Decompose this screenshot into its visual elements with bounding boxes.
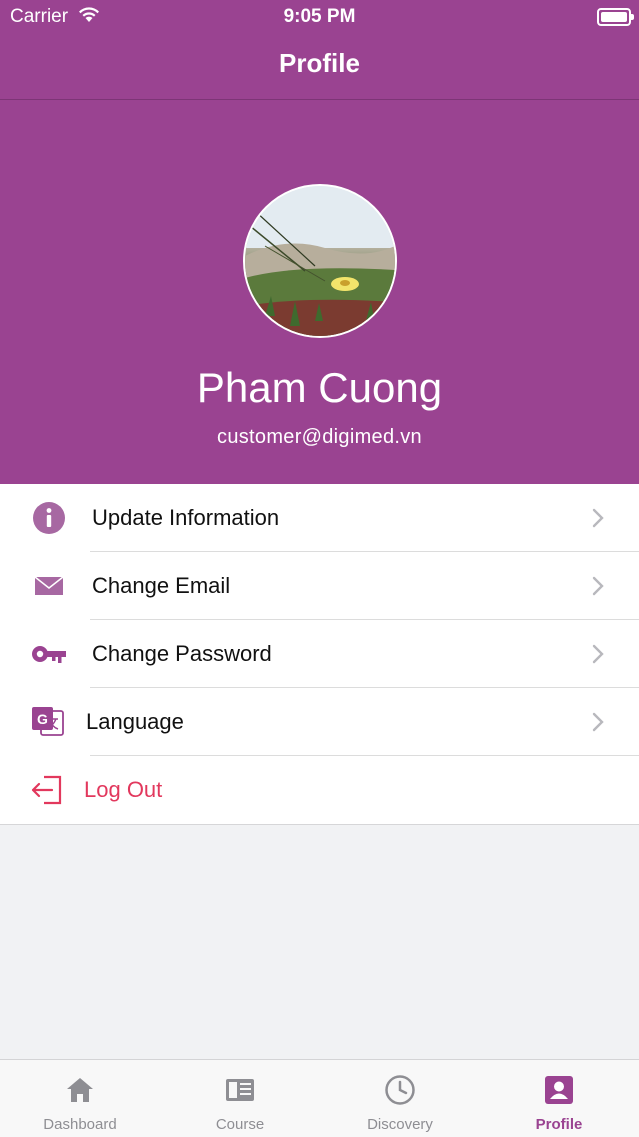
- menu-item-change-email[interactable]: Change Email: [0, 552, 639, 620]
- avatar[interactable]: [243, 184, 397, 338]
- logout-icon: [31, 775, 62, 805]
- svg-text:G: G: [37, 711, 48, 727]
- chevron-right-icon: [592, 644, 604, 664]
- profile-icon: [545, 1076, 573, 1104]
- tab-dashboard[interactable]: Dashboard: [0, 1060, 160, 1137]
- battery-icon: [597, 8, 634, 26]
- status-bar: Carrier 9:05 PM: [0, 0, 639, 34]
- user-name: Pham Cuong: [196, 364, 443, 411]
- tab-profile[interactable]: Profile: [479, 1060, 639, 1137]
- menu-item-log-out[interactable]: Log Out: [0, 756, 639, 824]
- page-title: Profile: [279, 48, 360, 78]
- status-time: 9:05 PM: [283, 6, 356, 27]
- chevron-right-icon: [592, 576, 604, 596]
- avatar-photo: [245, 186, 395, 336]
- menu-item-label: Change Email: [92, 573, 231, 598]
- info-icon: [33, 502, 65, 534]
- menu-item-label: Update Information: [92, 505, 280, 530]
- key-icon: [32, 646, 66, 663]
- menu-item-label: Change Password: [92, 641, 272, 666]
- menu-item-label: Log Out: [84, 777, 163, 802]
- tab-label: Course: [215, 1116, 265, 1133]
- tab-discovery[interactable]: Discovery: [320, 1060, 480, 1137]
- tab-label: Discovery: [367, 1116, 433, 1133]
- clock-icon: [385, 1075, 415, 1105]
- mail-icon: [34, 576, 64, 595]
- tab-course[interactable]: Course: [160, 1060, 320, 1137]
- chevron-right-icon: [592, 712, 604, 732]
- chevron-right-icon: [592, 508, 604, 528]
- nav-divider: [0, 99, 639, 100]
- user-email: customer@digimed.vn: [217, 426, 422, 448]
- menu-item-change-password[interactable]: Change Password: [0, 620, 639, 688]
- menu-item-label: Language: [86, 709, 184, 734]
- menu-item-language[interactable]: G Language: [0, 688, 639, 756]
- book-icon: [226, 1079, 254, 1101]
- translate-icon: G: [32, 707, 64, 736]
- profile-header: Carrier 9:05 PM Profile Pham Cuong custo…: [0, 0, 639, 484]
- home-icon: [67, 1078, 93, 1102]
- tab-label: Profile: [535, 1116, 583, 1133]
- tab-bar: Dashboard Course Discovery Profile: [0, 1059, 639, 1137]
- tab-label: Dashboard: [43, 1116, 117, 1133]
- menu-item-update-information[interactable]: Update Information: [0, 484, 639, 552]
- profile-menu: Update Information Change Email Change P…: [0, 484, 639, 825]
